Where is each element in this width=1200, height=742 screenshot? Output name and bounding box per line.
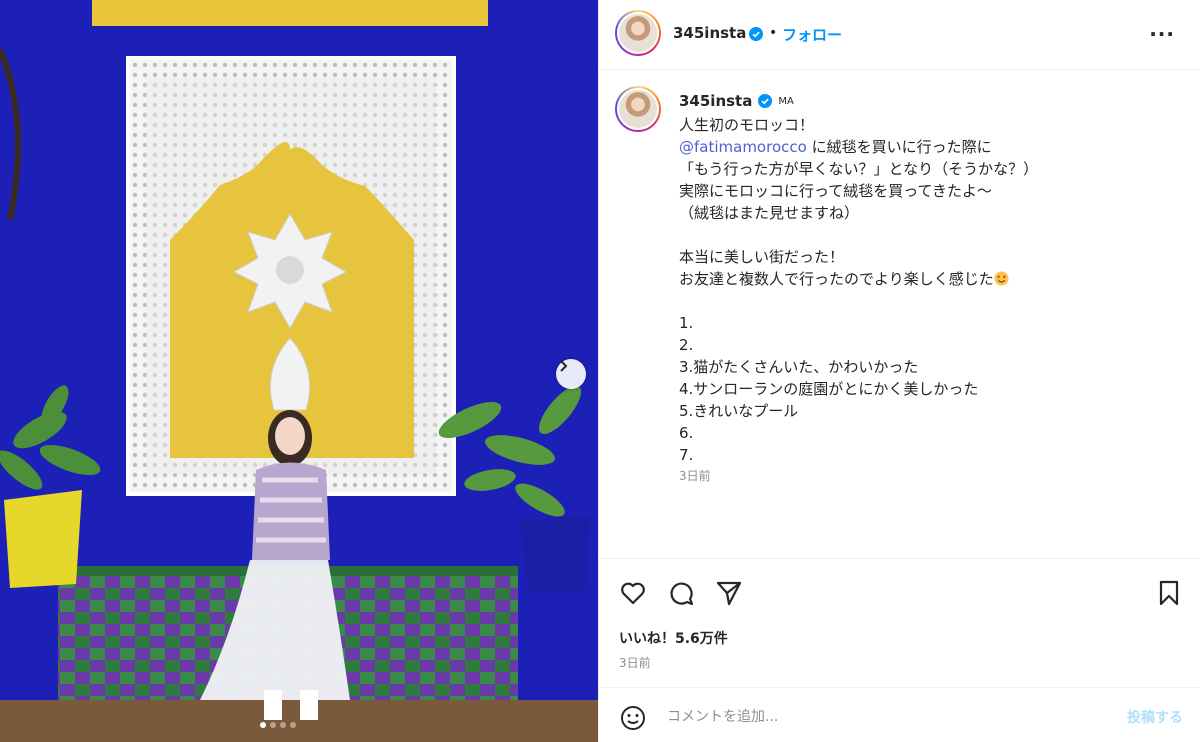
carousel-dot (260, 722, 266, 728)
caption-line: に絨毯を買いに行った際に (806, 138, 992, 156)
caption-line: 人生初のモロッコ！ (679, 116, 815, 134)
comment-input[interactable] (667, 705, 1087, 729)
post-header: 345insta • フォロー ··· (599, 0, 1200, 70)
list-item: 4.サンローランの庭園がとにかく美しかった (679, 380, 979, 398)
carousel-dot (280, 722, 286, 728)
emoji-picker-icon[interactable] (619, 704, 647, 732)
bookmark-icon[interactable] (1155, 579, 1183, 607)
carousel-indicator (260, 722, 296, 728)
chevron-right-icon (560, 360, 568, 372)
more-horizontal-icon[interactable]: ··· (1149, 24, 1175, 44)
caption-line: 実際にモロッコに行って絨毯を買ってきたよ〜 (679, 182, 993, 200)
post-detail-panel: 345insta • フォロー ··· 345insta MA 人生初のモロッコ… (598, 0, 1200, 742)
list-item: 7. (679, 446, 694, 464)
caption-username[interactable]: 345insta (679, 92, 752, 110)
carousel-dot (270, 722, 276, 728)
separator-dot: • (769, 25, 778, 41)
avatar[interactable] (615, 10, 661, 56)
caption-line: 「もう行った方が早くない？」となり（そうかな？） (679, 160, 1039, 178)
comment-icon[interactable] (667, 579, 695, 607)
carousel-dot (290, 722, 296, 728)
post-timestamp: 3日前 (619, 656, 651, 670)
list-item: 3.猫がたくさんいた、かわいかった (679, 358, 919, 376)
caption-avatar[interactable] (615, 86, 661, 132)
verified-badge-icon (749, 27, 763, 41)
list-item: 5.きれいなプール (679, 402, 799, 420)
follow-button[interactable]: フォロー (782, 24, 842, 45)
carousel-next-button[interactable] (556, 359, 586, 389)
photo-scene (0, 0, 598, 742)
post-photo[interactable] (0, 0, 598, 742)
caption-text: 人生初のモロッコ！ @fatimamorocco に絨毯を買いに行った際に 「も… (679, 114, 1189, 466)
share-icon[interactable] (715, 579, 743, 607)
caption-line: 本当に美しい街だった！ (679, 248, 845, 266)
heart-eyes-emoji-icon (994, 271, 1009, 286)
mention-link[interactable]: @fatimamorocco (679, 138, 807, 156)
verified-badge-icon (758, 94, 773, 108)
comment-bar: 投稿する (599, 687, 1200, 742)
list-item: 2. (679, 336, 694, 354)
caption-line: （絨毯はまた見せますね） (679, 204, 860, 222)
caption-line: お友達と複数人で行ったのでより楽しく感じた (679, 270, 994, 288)
heart-icon[interactable] (619, 579, 647, 607)
list-item: 6. (679, 424, 694, 442)
caption-tag: MA (778, 95, 794, 107)
like-count[interactable]: いいね！5.6万件 (619, 628, 728, 648)
post-comment-button[interactable]: 投稿する (1127, 707, 1183, 727)
caption: 345insta MA 人生初のモロッコ！ @fatimamorocco に絨毯… (679, 90, 1189, 466)
list-item: 1. (679, 314, 694, 332)
caption-timestamp: 3日前 (679, 469, 711, 483)
username-link[interactable]: 345insta (673, 24, 746, 42)
